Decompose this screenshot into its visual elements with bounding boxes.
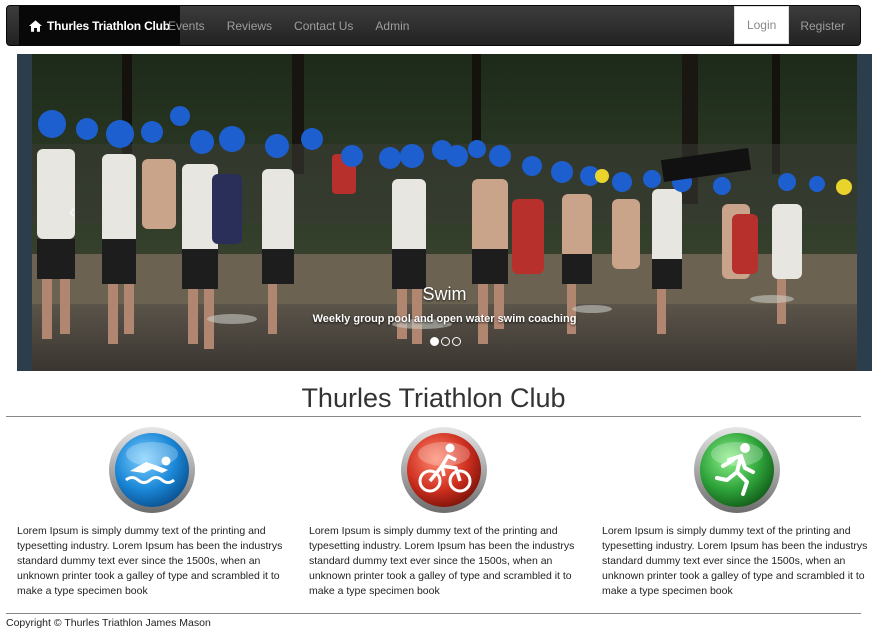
feature-swim-text: Lorem Ipsum is simply dummy text of the … (17, 525, 283, 597)
home-icon (29, 19, 42, 32)
copyright-text: Copyright © Thurles Triathlon James Maso… (6, 617, 211, 629)
feature-run-text: Lorem Ipsum is simply dummy text of the … (602, 525, 868, 597)
runner-icon (694, 427, 780, 513)
chevron-left-icon: ‹ (69, 201, 76, 223)
feature-run: Lorem Ipsum is simply dummy text of the … (602, 426, 872, 599)
hero-carousel: ‹ Swim Weekly group pool and open water … (17, 54, 872, 371)
feature-swim: Lorem Ipsum is simply dummy text of the … (17, 426, 287, 599)
cyclist-icon (401, 427, 487, 513)
feature-bike: Lorem Ipsum is simply dummy text of the … (309, 426, 579, 599)
feature-bike-text: Lorem Ipsum is simply dummy text of the … (309, 525, 575, 597)
page-title: Thurles Triathlon Club (301, 383, 566, 413)
carousel-indicator-1[interactable] (430, 337, 439, 346)
main-nav: Events Reviews Contact Us Admin (157, 6, 420, 45)
nav-events[interactable]: Events (157, 6, 216, 45)
brand-label: Thurles Triathlon Club (47, 18, 170, 33)
brand-link[interactable]: Thurles Triathlon Club (19, 6, 180, 45)
swimmer-icon (109, 427, 195, 513)
account-nav: Login Register (733, 6, 856, 45)
footer-divider (6, 613, 861, 614)
divider (6, 416, 861, 417)
navbar: Thurles Triathlon Club Events Reviews Co… (6, 5, 861, 46)
carousel-indicators (430, 337, 461, 346)
login-link[interactable]: Login (733, 6, 790, 44)
carousel-caption-subtitle: Weekly group pool and open water swim co… (312, 313, 577, 325)
register-link[interactable]: Register (789, 6, 856, 45)
carousel-indicator-2[interactable] (441, 337, 450, 346)
nav-contact-us[interactable]: Contact Us (283, 6, 364, 45)
carousel-indicator-3[interactable] (452, 337, 461, 346)
nav-reviews[interactable]: Reviews (216, 6, 283, 45)
carousel-caption-title: Swim (422, 284, 467, 304)
nav-admin[interactable]: Admin (364, 6, 420, 45)
